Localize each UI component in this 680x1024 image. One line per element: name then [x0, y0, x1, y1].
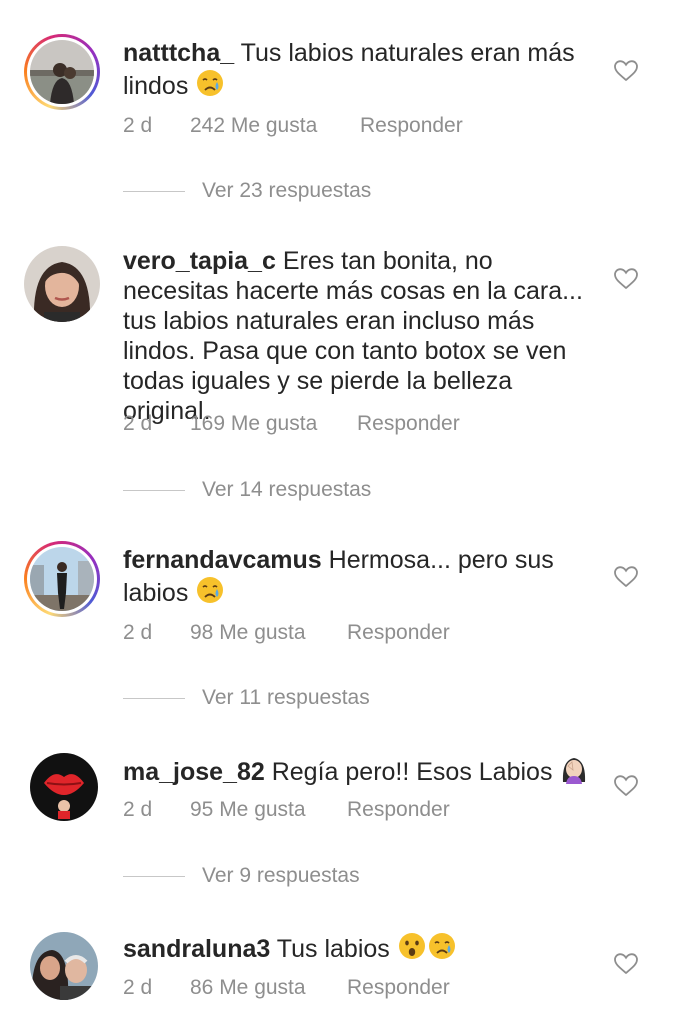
view-replies-link[interactable]: Ver 23 respuestas — [202, 177, 371, 205]
crying-face-icon — [427, 931, 457, 968]
comment-username[interactable]: natttcha_ — [123, 39, 234, 67]
reply-button[interactable]: Responder — [347, 974, 450, 1002]
avatar-story-ring[interactable] — [24, 541, 100, 617]
replies-divider — [123, 698, 185, 699]
reply-button[interactable]: Responder — [357, 410, 460, 438]
avatar-story-ring[interactable] — [24, 34, 100, 110]
facepalm-woman-icon — [559, 754, 589, 791]
like-heart-icon[interactable] — [614, 268, 638, 290]
avatar-frame[interactable] — [30, 753, 98, 821]
avatar[interactable] — [24, 246, 100, 322]
comment-text: natttcha_ Tus labios naturales eran más … — [123, 38, 593, 105]
like-heart-icon[interactable] — [614, 953, 638, 975]
comment-username[interactable]: ma_jose_82 — [123, 758, 265, 786]
comment-body: Tus labios — [270, 935, 390, 963]
crying-face-icon — [195, 68, 225, 105]
astonished-face-icon — [397, 931, 427, 968]
comment-time: 2 d — [123, 798, 153, 821]
like-count[interactable]: 86 Me gusta — [190, 974, 306, 1002]
comment-body: Regía pero!! Esos Labios — [264, 758, 553, 786]
comments-feed: natttcha_ Tus labios naturales eran más … — [0, 0, 680, 1024]
reply-button[interactable]: Responder — [360, 112, 463, 140]
replies-divider — [123, 876, 185, 877]
comment-username[interactable]: fernandavcamus — [123, 546, 322, 574]
like-count[interactable]: 242 Me gusta — [190, 112, 317, 140]
avatar[interactable] — [30, 40, 94, 104]
comment-text: ma_jose_82 Regía pero!! Esos Labios — [123, 754, 593, 791]
comment-username[interactable]: vero_tapia_c — [123, 247, 276, 275]
comment-time: 2 d — [123, 621, 153, 644]
comment-username[interactable]: sandraluna3 — [123, 935, 270, 963]
like-heart-icon[interactable] — [614, 566, 638, 588]
like-heart-icon[interactable] — [614, 775, 638, 797]
view-replies-link[interactable]: Ver 14 respuestas — [202, 476, 371, 504]
view-replies-link[interactable]: Ver 11 respuestas — [202, 684, 370, 712]
comment-time: 2 d — [123, 976, 153, 999]
reply-button[interactable]: Responder — [347, 619, 450, 647]
like-count[interactable]: 169 Me gusta — [190, 410, 317, 438]
comment-time: 2 d — [123, 412, 153, 435]
crying-face-icon — [195, 575, 225, 612]
avatar[interactable] — [30, 753, 98, 821]
like-count[interactable]: 95 Me gusta — [190, 796, 306, 824]
comment-text: vero_tapia_c Eres tan bonita, no necesit… — [123, 246, 593, 426]
reply-button[interactable]: Responder — [347, 796, 450, 824]
like-heart-icon[interactable] — [614, 60, 638, 82]
view-replies-link[interactable]: Ver 9 respuestas — [202, 862, 360, 890]
avatar-frame[interactable] — [30, 932, 98, 1000]
like-count[interactable]: 98 Me gusta — [190, 619, 306, 647]
avatar[interactable] — [30, 932, 98, 1000]
avatar-frame[interactable] — [24, 246, 100, 322]
avatar[interactable] — [30, 547, 94, 611]
replies-divider — [123, 490, 185, 491]
replies-divider — [123, 191, 185, 192]
comment-text: fernandavcamus Hermosa... pero sus labio… — [123, 545, 593, 612]
comment-text: sandraluna3 Tus labios — [123, 931, 593, 968]
comment-time: 2 d — [123, 114, 153, 137]
